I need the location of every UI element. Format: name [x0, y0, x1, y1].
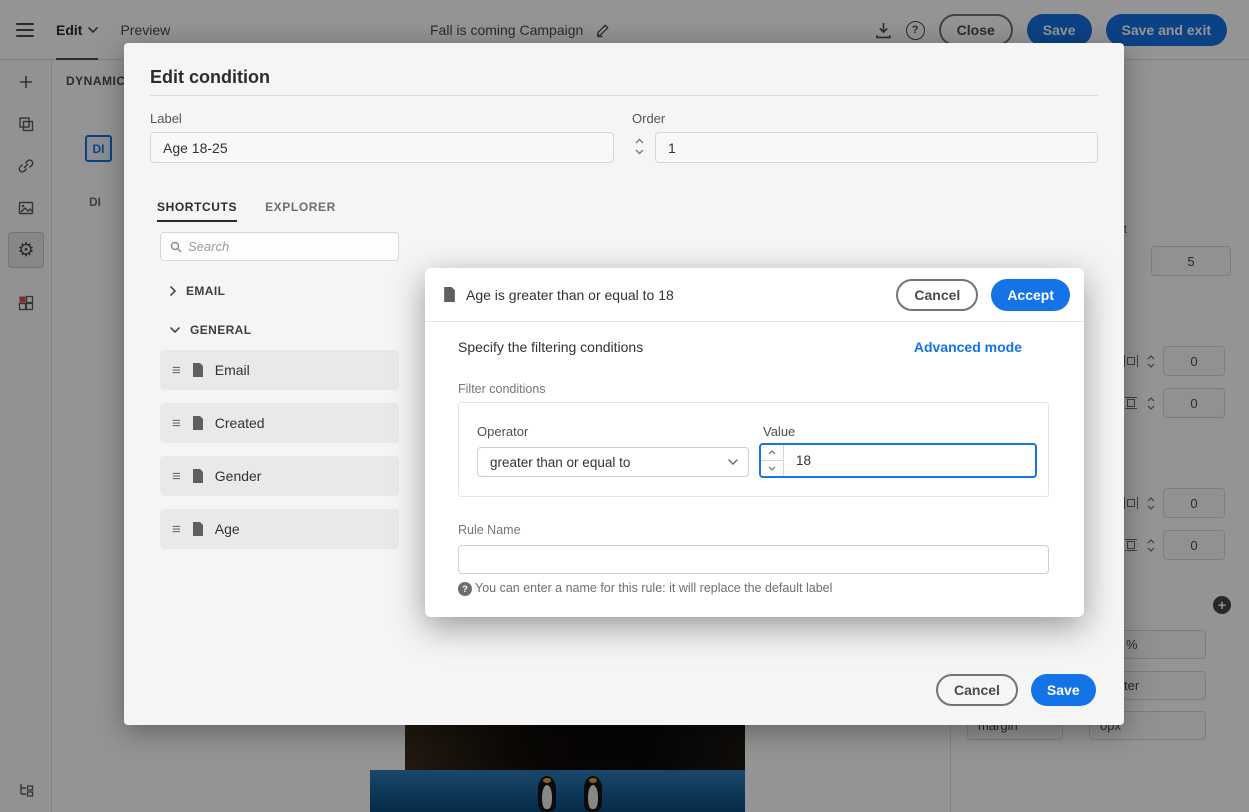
document-icon	[192, 522, 204, 536]
shortcut-list: ≡ Email ≡ Created ≡ Gender ≡ Age	[160, 350, 399, 549]
drag-handle-icon[interactable]: ≡	[172, 363, 181, 378]
shortcut-label: Email	[214, 362, 250, 378]
filter-conditions-label: Filter conditions	[458, 382, 546, 396]
shortcut-item-created[interactable]: ≡ Created	[160, 403, 399, 443]
shortcuts-explorer-tabs: SHORTCUTS EXPLORER	[157, 200, 336, 222]
stepper-down-icon[interactable]	[635, 149, 644, 155]
document-icon	[192, 416, 204, 430]
advanced-mode-link[interactable]: Advanced mode	[914, 339, 1022, 355]
tab-explorer[interactable]: EXPLORER	[265, 200, 336, 222]
rule-accept-button[interactable]: Accept	[991, 278, 1070, 311]
shortcut-label: Gender	[214, 468, 262, 484]
search-icon	[170, 241, 182, 253]
stepper-up-icon[interactable]	[761, 445, 783, 461]
document-icon	[192, 469, 204, 483]
search-input[interactable]	[188, 239, 389, 254]
section-general[interactable]: GENERAL	[170, 323, 251, 337]
filtering-subtitle: Specify the filtering conditions	[458, 339, 644, 355]
section-general-label: GENERAL	[190, 323, 252, 337]
chevron-down-icon	[728, 459, 738, 465]
label-field-input[interactable]	[150, 132, 614, 163]
rule-name-hint: ? You can enter a name for this rule: it…	[458, 581, 832, 596]
info-icon: ?	[458, 582, 472, 596]
order-stepper[interactable]	[635, 138, 644, 155]
chevron-right-icon	[170, 286, 176, 296]
operator-select[interactable]: greater than or equal to	[477, 447, 749, 477]
save-button[interactable]: Save	[1030, 674, 1096, 706]
value-input[interactable]	[784, 445, 1035, 476]
dialog-title: Edit condition	[150, 67, 270, 87]
value-label: Value	[763, 424, 796, 439]
rule-editor-header: Age is greater than or equal to 18 Cance…	[425, 268, 1084, 322]
tab-shortcuts[interactable]: SHORTCUTS	[157, 200, 238, 222]
shortcut-item-email[interactable]: ≡ Email	[160, 350, 399, 390]
search-field[interactable]	[160, 232, 399, 261]
shortcut-label: Created	[214, 415, 265, 431]
stepper-down-icon[interactable]	[761, 461, 783, 476]
order-field-label: Order	[632, 111, 666, 126]
shortcut-label: Age	[214, 521, 240, 537]
rule-editor-dialog: Age is greater than or equal to 18 Cance…	[425, 268, 1084, 617]
value-number-field	[759, 443, 1037, 478]
rule-cancel-button[interactable]: Cancel	[896, 278, 979, 311]
drag-handle-icon[interactable]: ≡	[172, 469, 181, 484]
filter-conditions-box: Operator greater than or equal to Value	[458, 402, 1049, 497]
operator-value: greater than or equal to	[490, 454, 631, 470]
document-icon	[192, 363, 204, 377]
chevron-down-icon	[170, 327, 180, 333]
shortcut-item-age[interactable]: ≡ Age	[160, 509, 399, 549]
rule-name-label: Rule Name	[458, 523, 521, 537]
order-field-input[interactable]	[655, 132, 1098, 163]
dialog-footer: Cancel Save	[936, 674, 1096, 706]
shortcut-item-gender[interactable]: ≡ Gender	[160, 456, 399, 496]
label-field-label: Label	[150, 111, 182, 126]
rule-name-input[interactable]	[458, 545, 1049, 574]
rule-title: Age is greater than or equal to 18	[466, 286, 674, 303]
divider	[150, 95, 1098, 96]
operator-label: Operator	[477, 424, 529, 439]
hint-text: You can enter a name for this rule: it w…	[475, 581, 833, 595]
cancel-button[interactable]: Cancel	[936, 674, 1018, 706]
section-email-label: EMAIL	[186, 284, 226, 298]
drag-handle-icon[interactable]: ≡	[172, 416, 181, 431]
value-stepper	[761, 445, 784, 476]
section-email[interactable]: EMAIL	[170, 284, 225, 298]
drag-handle-icon[interactable]: ≡	[172, 522, 181, 537]
document-icon	[443, 287, 456, 302]
stepper-up-icon[interactable]	[635, 138, 644, 144]
